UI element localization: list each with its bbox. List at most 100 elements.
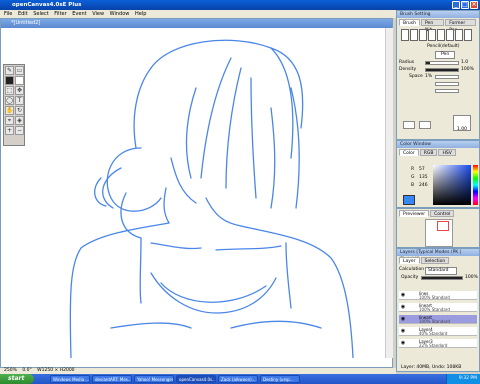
- menu-bar: File Edit Select Filter Event View Windo…: [0, 10, 396, 18]
- lasso-tool-icon[interactable]: ◯: [5, 96, 14, 105]
- text-tool-icon[interactable]: T: [15, 96, 24, 105]
- layer-mode: 100% Standard: [419, 307, 450, 312]
- tab-brush[interactable]: Brush: [399, 19, 420, 26]
- hue-slider[interactable]: [473, 165, 478, 205]
- task-deviantart[interactable]: deviantART: Mes...: [92, 375, 132, 383]
- rotate-tool-icon[interactable]: ↻: [15, 106, 24, 115]
- brush-preset-blur[interactable]: [446, 29, 454, 41]
- zoom-readout: 250%: [4, 368, 17, 373]
- zoom-in-tool-icon[interactable]: +: [5, 126, 14, 135]
- tab-control[interactable]: Control: [430, 210, 455, 217]
- red-value[interactable]: 57: [419, 167, 425, 173]
- zoom-out-tool-icon[interactable]: −: [15, 126, 24, 135]
- close-button[interactable]: ×: [470, 1, 478, 9]
- brush-texture-button[interactable]: [419, 121, 431, 129]
- title-bar: openCanvas4.0sE Plus _ □ ×: [0, 0, 480, 10]
- density-slider[interactable]: [425, 68, 459, 72]
- drawing-canvas[interactable]: [1, 28, 392, 359]
- calculation-select[interactable]: Standard: [425, 267, 458, 275]
- visibility-eye-icon[interactable]: ◉: [400, 316, 406, 322]
- color-panel-title: Color Window: [397, 141, 479, 148]
- menu-edit[interactable]: Edit: [18, 11, 28, 17]
- blue-label: B: [411, 183, 415, 188]
- menu-file[interactable]: File: [4, 11, 12, 17]
- color-picker-square[interactable]: [433, 165, 471, 205]
- brush-mode-select[interactable]: Pen: [435, 51, 456, 59]
- visibility-eye-icon[interactable]: ◉: [400, 340, 406, 346]
- brush-preset-custom[interactable]: [464, 29, 472, 41]
- tab-previewer[interactable]: Previewer: [399, 210, 430, 217]
- background-color-swatch[interactable]: [15, 76, 24, 85]
- start-button[interactable]: start: [0, 374, 34, 384]
- brush-shape-button[interactable]: [403, 121, 415, 129]
- brush-preset-marker[interactable]: [419, 29, 427, 41]
- brush-setting-panel: Brush Setting Brush Pen Nib Former Pen P…: [396, 10, 480, 140]
- clock: 9:32 PM: [458, 376, 477, 381]
- opacity-label: Opacity: [401, 275, 419, 280]
- tab-color[interactable]: Color: [399, 149, 419, 156]
- taskbar: start Windows Media ... deviantART: Mes.…: [0, 374, 480, 384]
- layer-mode: 22% Standard: [419, 343, 448, 348]
- layer-row[interactable]: ◉ lineart 100% Standard: [399, 303, 477, 312]
- previewer-panel: Previewer Control: [396, 208, 480, 248]
- hand-tool-icon[interactable]: ✋: [5, 106, 14, 115]
- green-value[interactable]: 135: [419, 175, 428, 181]
- menu-help[interactable]: Help: [135, 11, 146, 17]
- maximize-button[interactable]: □: [461, 1, 469, 9]
- menu-view[interactable]: View: [92, 11, 104, 17]
- option-slider-1[interactable]: [435, 82, 459, 86]
- toolbox: ✎ ▭ ⬚ ✥ ◯ T ✋ ↻ ⌖ ◈ + −: [3, 64, 25, 146]
- brush-preset-airbrush[interactable]: [428, 29, 436, 41]
- spacing-slider[interactable]: [435, 75, 459, 79]
- layer-row[interactable]: ◉ Layer3 22% Standard: [399, 339, 477, 348]
- brush-preset-pen[interactable]: [410, 29, 418, 41]
- density-label: Density: [399, 67, 417, 72]
- foreground-color-swatch[interactable]: [5, 76, 14, 85]
- option-slider-2[interactable]: [435, 89, 459, 93]
- tab-selection[interactable]: Selection: [420, 257, 450, 264]
- visibility-eye-icon[interactable]: ◉: [400, 292, 406, 298]
- brush-preset-eraser[interactable]: [455, 29, 463, 41]
- tab-hsv[interactable]: HSV: [438, 149, 456, 156]
- opacity-value: 100%: [465, 275, 478, 280]
- vertical-scrollbar[interactable]: [385, 28, 393, 358]
- red-label: R: [411, 167, 415, 172]
- pen-tool-icon[interactable]: ✎: [5, 66, 14, 75]
- blue-value[interactable]: 246: [419, 183, 428, 189]
- tab-former-pen[interactable]: Former Pen: [445, 19, 476, 33]
- eraser-tool-icon[interactable]: ▭: [15, 66, 24, 75]
- move-tool-icon[interactable]: ✥: [15, 86, 24, 95]
- tab-rgb[interactable]: RGB: [419, 149, 438, 156]
- task-opencanvas[interactable]: openCanvas4.0s...: [176, 375, 216, 383]
- visibility-eye-icon[interactable]: ◉: [400, 328, 406, 334]
- task-zack[interactable]: Zack (alkwoon)...: [218, 375, 258, 383]
- task-destiny[interactable]: Destiny (ursp...: [260, 375, 300, 383]
- fill-tool-icon[interactable]: ◈: [15, 116, 24, 125]
- menu-select[interactable]: Select: [33, 11, 48, 17]
- eyedropper-tool-icon[interactable]: ⌖: [5, 116, 14, 125]
- layer-row[interactable]: ◉ lines 100% Standard: [399, 291, 477, 300]
- task-windows-media[interactable]: Windows Media ...: [50, 375, 90, 383]
- layer-mode: 40% Standard: [419, 331, 448, 336]
- tab-pen-nib[interactable]: Pen Nib: [421, 19, 445, 33]
- visibility-eye-icon[interactable]: ◉: [400, 304, 406, 310]
- menu-filter[interactable]: Filter: [54, 11, 66, 17]
- opacity-slider[interactable]: [421, 276, 463, 280]
- task-yahoo-messenger[interactable]: Yahoo! Messenger: [134, 375, 174, 383]
- layer-list: ◉ lines 100% Standard ◉ lineart 100% Standard…: [397, 291, 480, 361]
- menu-window[interactable]: Window: [110, 11, 130, 17]
- layer-row[interactable]: ◉ Layer4 40% Standard: [399, 327, 477, 336]
- document-window: *[Untitled2]: [0, 18, 393, 368]
- layer-row[interactable]: ◉ lineart 100% Standard: [399, 315, 477, 324]
- spacing-label: Space: [409, 74, 423, 79]
- radius-slider[interactable]: [425, 61, 459, 65]
- current-color-swatch[interactable]: [403, 195, 415, 205]
- view-rectangle[interactable]: [437, 221, 449, 231]
- layer-panel-title: Layers [Typical Modes (PK | Sketch)]: [397, 249, 479, 262]
- select-tool-icon[interactable]: ⬚: [5, 86, 14, 95]
- tab-layer[interactable]: Layer: [399, 257, 420, 264]
- brush-preset-watercolor[interactable]: [437, 29, 445, 41]
- minimize-button[interactable]: _: [452, 1, 460, 9]
- brush-preset-pencil[interactable]: [401, 29, 409, 41]
- menu-event[interactable]: Event: [72, 11, 86, 17]
